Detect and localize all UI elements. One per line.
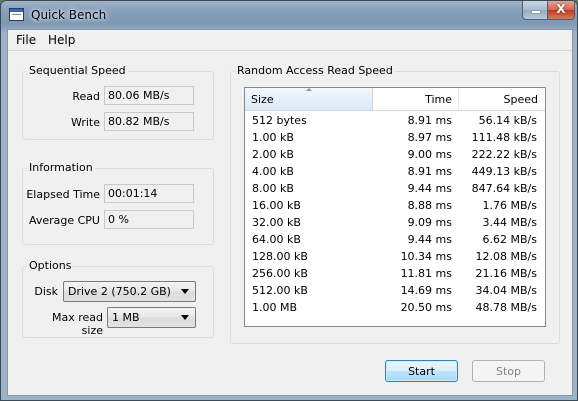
window-title: Quick Bench: [31, 8, 107, 22]
close-icon: X: [556, 2, 566, 16]
cell-size: 16.00 kB: [252, 199, 301, 212]
cell-speed: 1.76 MB/s: [482, 199, 537, 212]
column-header-speed[interactable]: Speed: [459, 88, 545, 110]
menu-file[interactable]: File: [16, 33, 36, 47]
close-button[interactable]: X: [547, 1, 575, 20]
results-list[interactable]: Size Time Speed 512 bytes 8.91 ms 56.14 kB…: [244, 87, 546, 327]
chevron-down-icon: [181, 315, 189, 320]
disk-select-value: Drive 2 (750.2 GB): [68, 285, 171, 298]
cell-time: 20.50 ms: [400, 301, 452, 314]
cell-speed: 3.44 MB/s: [482, 216, 537, 229]
average-cpu-label: Average CPU: [28, 214, 100, 227]
column-header-size[interactable]: Size: [245, 88, 373, 110]
cell-speed: 449.13 kB/s: [471, 165, 537, 178]
max-read-size-select[interactable]: 1 MB: [107, 307, 196, 328]
group-title: Random Access Read Speed: [235, 64, 395, 77]
column-header-time[interactable]: Time: [373, 88, 459, 110]
elapsed-time-label: Elapsed Time: [26, 188, 100, 201]
chevron-down-icon: [181, 289, 189, 294]
stop-button[interactable]: Stop: [472, 360, 545, 382]
cell-time: 8.91 ms: [407, 114, 452, 127]
cell-size: 1.00 kB: [252, 131, 294, 144]
start-button[interactable]: Start: [385, 360, 458, 382]
cell-size: 8.00 kB: [252, 182, 294, 195]
table-row[interactable]: 128.00 kB 10.34 ms 12.08 MB/s: [245, 248, 545, 265]
table-row[interactable]: 64.00 kB 9.44 ms 6.62 MB/s: [245, 231, 545, 248]
table-row[interactable]: 1.00 kB 8.97 ms 111.48 kB/s: [245, 129, 545, 146]
disk-label: Disk: [34, 285, 58, 298]
average-cpu-value: 0 %: [104, 210, 194, 229]
read-label: Read: [72, 90, 100, 103]
client-area: File Help Sequential Speed Read 80.06 MB…: [7, 29, 573, 396]
cell-speed: 111.48 kB/s: [471, 131, 537, 144]
cell-size: 2.00 kB: [252, 148, 294, 161]
cell-time: 9.44 ms: [407, 233, 452, 246]
table-row[interactable]: 256.00 kB 11.81 ms 21.16 MB/s: [245, 265, 545, 282]
cell-speed: 6.62 MB/s: [482, 233, 537, 246]
read-value: 80.06 MB/s: [104, 86, 194, 105]
cell-time: 9.44 ms: [407, 182, 452, 195]
cell-size: 1.00 MB: [252, 301, 298, 314]
cell-speed: 12.08 MB/s: [475, 250, 537, 263]
cell-size: 512.00 kB: [252, 284, 308, 297]
cell-size: 256.00 kB: [252, 267, 308, 280]
cell-time: 8.97 ms: [407, 131, 452, 144]
cell-time: 9.00 ms: [407, 148, 452, 161]
write-label: Write: [70, 116, 100, 129]
elapsed-time-value: 00:01:14: [104, 184, 194, 203]
sort-ascending-icon: [306, 88, 312, 91]
group-title: Options: [27, 259, 74, 272]
cell-speed: 48.78 MB/s: [475, 301, 537, 314]
app-window: Quick Bench X File Help Sequential Speed…: [0, 0, 578, 401]
table-row[interactable]: 4.00 kB 8.91 ms 449.13 kB/s: [245, 163, 545, 180]
table-row[interactable]: 1.00 MB 20.50 ms 48.78 MB/s: [245, 299, 545, 316]
cell-speed: 56.14 kB/s: [478, 114, 537, 127]
table-row[interactable]: 8.00 kB 9.44 ms 847.64 kB/s: [245, 180, 545, 197]
information-group: Information: [22, 161, 214, 245]
cell-time: 10.34 ms: [400, 250, 452, 263]
cell-speed: 222.22 kB/s: [471, 148, 537, 161]
table-row[interactable]: 512.00 kB 14.69 ms 34.04 MB/s: [245, 282, 545, 299]
table-row[interactable]: 2.00 kB 9.00 ms 222.22 kB/s: [245, 146, 545, 163]
group-title: Sequential Speed: [27, 64, 128, 77]
app-window-icon: [9, 8, 24, 21]
table-row[interactable]: 32.00 kB 9.09 ms 3.44 MB/s: [245, 214, 545, 231]
cell-size: 128.00 kB: [252, 250, 308, 263]
cell-size: 512 bytes: [252, 114, 307, 127]
minimize-icon: [532, 11, 540, 13]
table-row[interactable]: 16.00 kB 8.88 ms 1.76 MB/s: [245, 197, 545, 214]
title-bar[interactable]: Quick Bench X: [1, 1, 577, 29]
disk-select[interactable]: Drive 2 (750.2 GB): [63, 281, 196, 302]
table-row[interactable]: 512 bytes 8.91 ms 56.14 kB/s: [245, 112, 545, 129]
cell-speed: 34.04 MB/s: [475, 284, 537, 297]
list-header: Size Time Speed: [245, 88, 545, 111]
cell-time: 8.88 ms: [407, 199, 452, 212]
cell-speed: 847.64 kB/s: [471, 182, 537, 195]
cell-size: 4.00 kB: [252, 165, 294, 178]
cell-time: 14.69 ms: [400, 284, 452, 297]
cell-size: 32.00 kB: [252, 216, 301, 229]
cell-time: 8.91 ms: [407, 165, 452, 178]
group-title: Information: [27, 161, 95, 174]
cell-time: 9.09 ms: [407, 216, 452, 229]
max-read-size-value: 1 MB: [112, 311, 140, 324]
write-value: 80.82 MB/s: [104, 112, 194, 131]
cell-time: 11.81 ms: [400, 267, 452, 280]
menu-bar: File Help: [8, 30, 572, 51]
cell-size: 64.00 kB: [252, 233, 301, 246]
minimize-button[interactable]: [522, 1, 548, 20]
max-read-size-label: Max read size: [51, 311, 103, 337]
menu-help[interactable]: Help: [48, 33, 75, 47]
cell-speed: 21.16 MB/s: [475, 267, 537, 280]
